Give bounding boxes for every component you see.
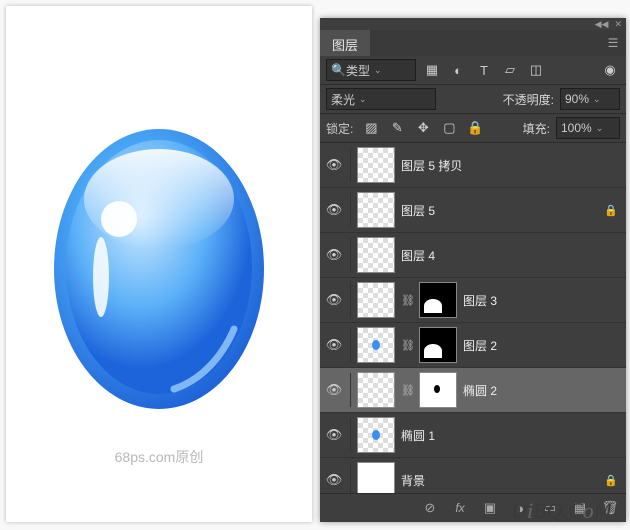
layer-thumbnail[interactable] bbox=[357, 327, 395, 363]
filter-type-select[interactable]: 🔍 类型 ⌄ bbox=[326, 59, 416, 81]
layer-mask-thumbnail[interactable] bbox=[419, 327, 457, 363]
filter-shape-icon[interactable]: ▱ bbox=[500, 60, 520, 80]
layer-row[interactable]: 👁 背景 🔒 bbox=[320, 458, 626, 493]
chevron-down-icon: ⌄ bbox=[593, 94, 601, 105]
layer-thumbnail[interactable] bbox=[357, 372, 395, 408]
layer-name[interactable]: 椭圆 2 bbox=[463, 382, 596, 399]
separator bbox=[350, 283, 351, 317]
panel-footer: ⊘ fx ▣ ◑ ▭ ▦ 🗑 bbox=[320, 493, 626, 522]
separator bbox=[350, 193, 351, 227]
layer-thumbnail[interactable] bbox=[357, 237, 395, 273]
layer-row[interactable]: 👁 图层 4 bbox=[320, 233, 626, 278]
lock-label: 锁定: bbox=[326, 120, 353, 137]
layer-name[interactable]: 图层 2 bbox=[463, 337, 596, 354]
visibility-eye-icon[interactable]: 👁 bbox=[324, 202, 344, 218]
layer-thumbnail[interactable] bbox=[357, 147, 395, 183]
separator bbox=[350, 238, 351, 272]
chevron-down-icon: ⌄ bbox=[374, 65, 382, 76]
layer-thumbnail[interactable] bbox=[357, 192, 395, 228]
layer-row[interactable]: 👁 ⛓ 图层 2 bbox=[320, 323, 626, 368]
visibility-eye-icon[interactable]: 👁 bbox=[324, 427, 344, 443]
layer-name[interactable]: 图层 5 bbox=[401, 202, 596, 219]
lock-transparent-icon[interactable]: ▨ bbox=[361, 118, 381, 138]
layer-row[interactable]: 👁 椭圆 1 bbox=[320, 413, 626, 458]
new-layer-icon[interactable]: ▦ bbox=[570, 498, 590, 518]
collapse-icon[interactable]: ◀◀ bbox=[595, 19, 609, 30]
panel-dragbar[interactable]: ◀◀ ✕ bbox=[320, 18, 626, 30]
lock-row: 锁定: ▨ ✎ ✥ ▢ 🔒 填充: 100% ⌄ bbox=[320, 114, 626, 143]
chevron-down-icon: ⌄ bbox=[596, 123, 604, 134]
search-icon: 🔍 bbox=[331, 63, 346, 77]
separator bbox=[350, 463, 351, 493]
add-mask-icon[interactable]: ▣ bbox=[480, 498, 500, 518]
filter-adjust-icon[interactable]: ◐ bbox=[448, 60, 468, 80]
layer-name[interactable]: 椭圆 1 bbox=[401, 427, 596, 444]
close-panel-icon[interactable]: ✕ bbox=[614, 19, 622, 30]
layer-row[interactable]: 👁 ⛓ 图层 3 bbox=[320, 278, 626, 323]
blend-mode-value: 柔光 bbox=[331, 91, 355, 108]
lock-position-icon[interactable]: ✥ bbox=[413, 118, 433, 138]
panel-menu-icon[interactable]: ☰ bbox=[600, 30, 626, 56]
fill-label: 填充: bbox=[523, 120, 550, 137]
filter-smart-icon[interactable]: ◫ bbox=[526, 60, 546, 80]
lock-paint-icon[interactable]: ✎ bbox=[387, 118, 407, 138]
layer-name[interactable]: 图层 3 bbox=[463, 292, 596, 309]
layers-panel: ◀◀ ✕ 图层 ☰ 🔍 类型 ⌄ ▦ ◐ T ▱ ◫ ◉ 柔光 ⌄ 不透明度: … bbox=[320, 18, 626, 522]
visibility-eye-icon[interactable]: 👁 bbox=[324, 292, 344, 308]
tab-spacer bbox=[370, 30, 600, 56]
filter-text-icon[interactable]: T bbox=[474, 60, 494, 80]
layers-list: 👁 图层 5 拷贝 👁 图层 5 🔒 👁 图层 4 👁 ⛓ 图层 3 👁 ⛓ 图层 2 👁 ⛓ 椭圆 2 👁 椭圆… bbox=[320, 143, 626, 493]
link-icon[interactable]: ⛓ bbox=[401, 384, 413, 397]
visibility-eye-icon[interactable]: 👁 bbox=[324, 157, 344, 173]
lock-indicator-icon: 🔒 bbox=[602, 474, 620, 487]
panel-tabs: 图层 ☰ bbox=[320, 30, 626, 56]
filter-pixel-icon[interactable]: ▦ bbox=[422, 60, 442, 80]
visibility-eye-icon[interactable]: 👁 bbox=[324, 337, 344, 353]
separator bbox=[350, 148, 351, 182]
chevron-down-icon: ⌄ bbox=[359, 94, 367, 105]
layer-row[interactable]: 👁 ⛓ 椭圆 2 bbox=[320, 368, 626, 413]
layer-thumbnail[interactable] bbox=[357, 417, 395, 453]
layer-mask-thumbnail[interactable] bbox=[419, 282, 457, 318]
blend-mode-select[interactable]: 柔光 ⌄ bbox=[326, 88, 436, 110]
lock-indicator-icon: 🔒 bbox=[602, 204, 620, 217]
blend-row: 柔光 ⌄ 不透明度: 90% ⌄ bbox=[320, 85, 626, 114]
credit-text: 68ps.com原创 bbox=[6, 447, 312, 467]
tab-layers[interactable]: 图层 bbox=[320, 30, 370, 56]
group-icon[interactable]: ▭ bbox=[540, 498, 560, 518]
link-icon[interactable]: ⛓ bbox=[401, 294, 413, 307]
separator bbox=[350, 418, 351, 452]
layer-mask-thumbnail[interactable] bbox=[419, 372, 457, 408]
layer-thumbnail[interactable] bbox=[357, 282, 395, 318]
filter-toggle[interactable]: ◉ bbox=[600, 60, 620, 80]
layer-name[interactable]: 图层 4 bbox=[401, 247, 596, 264]
artwork bbox=[6, 6, 312, 522]
filter-row: 🔍 类型 ⌄ ▦ ◐ T ▱ ◫ ◉ bbox=[320, 56, 626, 85]
fill-value: 100% bbox=[561, 121, 592, 135]
fill-input[interactable]: 100% ⌄ bbox=[556, 117, 620, 139]
layer-row[interactable]: 👁 图层 5 拷贝 bbox=[320, 143, 626, 188]
separator bbox=[350, 373, 351, 407]
layer-thumbnail[interactable] bbox=[357, 462, 395, 493]
link-icon[interactable]: ⛓ bbox=[401, 339, 413, 352]
fx-icon[interactable]: fx bbox=[450, 498, 470, 518]
opacity-value: 90% bbox=[565, 92, 589, 106]
lock-all-icon[interactable]: 🔒 bbox=[465, 118, 485, 138]
lock-artboard-icon[interactable]: ▢ bbox=[439, 118, 459, 138]
layer-name[interactable]: 图层 5 拷贝 bbox=[401, 157, 596, 174]
document-canvas: 68ps.com原创 bbox=[6, 6, 312, 522]
filter-type-label: 类型 bbox=[346, 62, 370, 79]
visibility-eye-icon[interactable]: 👁 bbox=[324, 382, 344, 398]
trash-icon[interactable]: 🗑 bbox=[600, 498, 620, 518]
opacity-label: 不透明度: bbox=[503, 91, 554, 108]
link-layers-icon[interactable]: ⊘ bbox=[420, 498, 440, 518]
separator bbox=[350, 328, 351, 362]
opacity-input[interactable]: 90% ⌄ bbox=[560, 88, 620, 110]
visibility-eye-icon[interactable]: 👁 bbox=[324, 247, 344, 263]
layer-name[interactable]: 背景 bbox=[401, 472, 596, 489]
blue-orb-graphic bbox=[39, 109, 279, 419]
layer-row[interactable]: 👁 图层 5 🔒 bbox=[320, 188, 626, 233]
visibility-eye-icon[interactable]: 👁 bbox=[324, 472, 344, 488]
adjustment-layer-icon[interactable]: ◑ bbox=[510, 498, 530, 518]
